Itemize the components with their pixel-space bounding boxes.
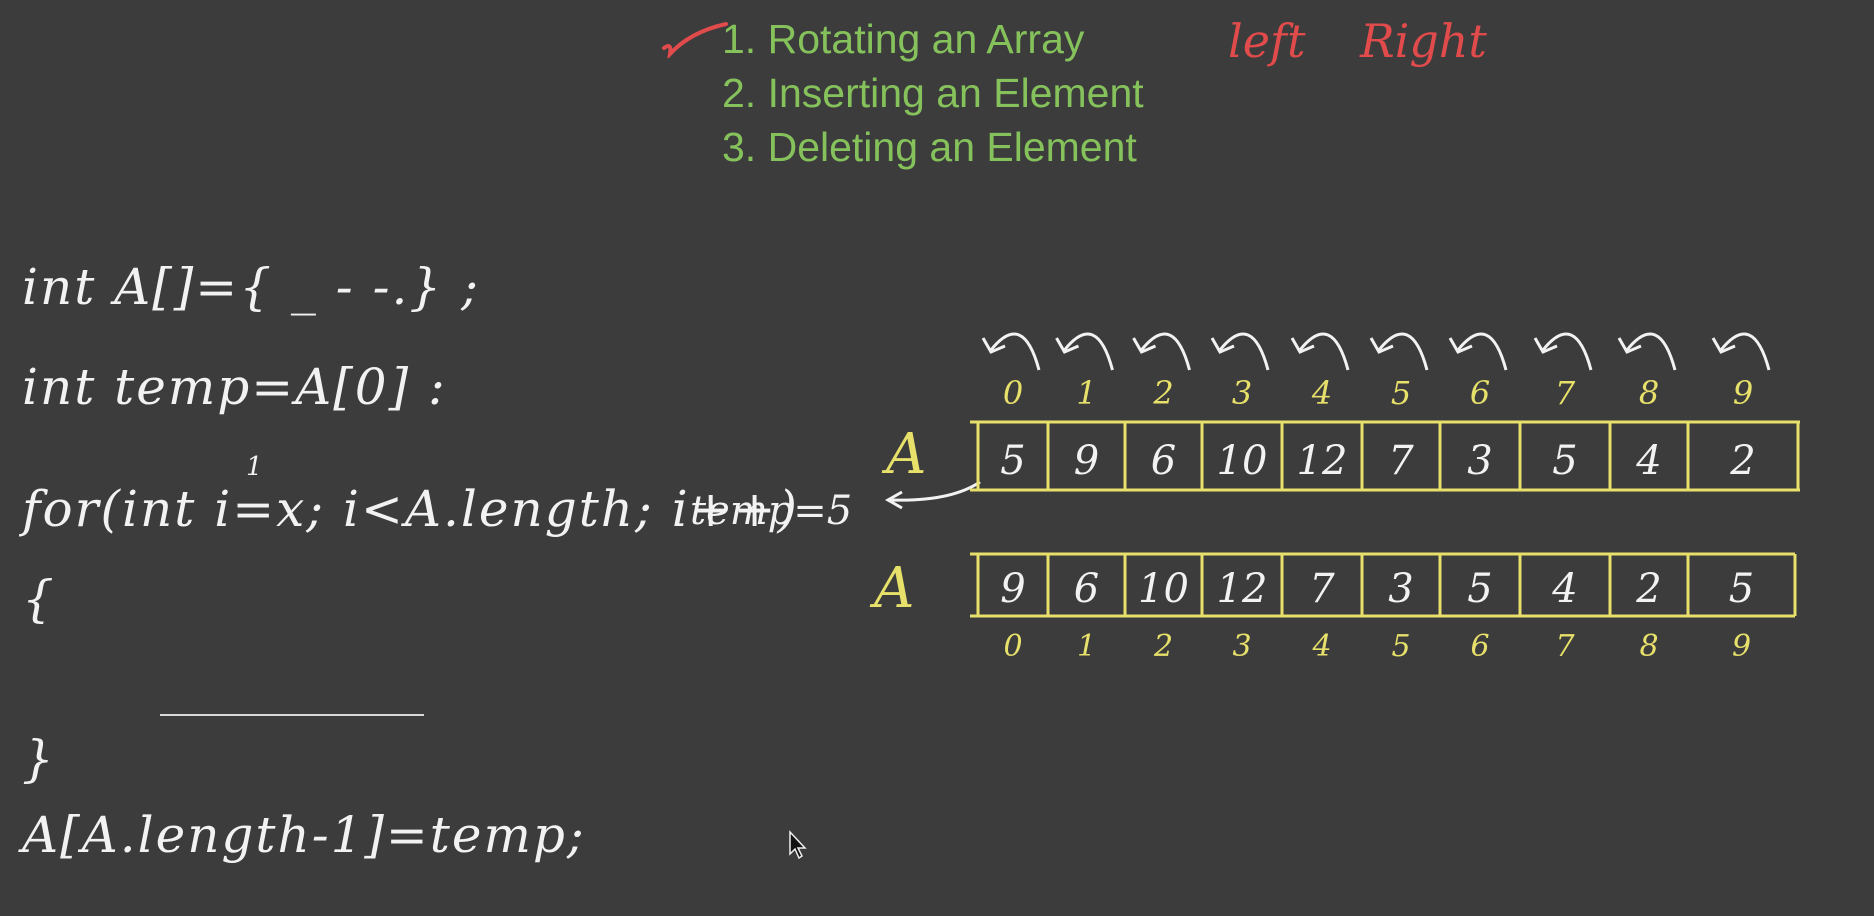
temp-note: temp=5 bbox=[690, 488, 853, 534]
array-after-index: 6 bbox=[1470, 629, 1489, 664]
array-before-index: 5 bbox=[1391, 374, 1411, 412]
topic-3: 3. Deleting an Element bbox=[722, 124, 1137, 170]
blank-line bbox=[160, 714, 424, 716]
array-after-index: 7 bbox=[1555, 629, 1575, 664]
array-before-value: 5 bbox=[1000, 438, 1025, 484]
i-start-correction: 1 bbox=[246, 452, 263, 482]
left-annotation: left bbox=[1228, 14, 1306, 68]
code-line-close-brace: } bbox=[22, 730, 56, 788]
array-after-value: 2 bbox=[1635, 566, 1661, 612]
array-after: 9 0 6 1 10 2 12 3 7 4 3 5 5 6 4 7 2 8 5 9 bbox=[970, 552, 1797, 664]
array-before-value: 4 bbox=[1635, 438, 1661, 484]
array-after-value: 7 bbox=[1309, 566, 1335, 612]
array-before-value: 6 bbox=[1151, 438, 1176, 484]
array-before-index: 7 bbox=[1555, 374, 1576, 412]
array-a-label-before: A bbox=[886, 422, 927, 487]
array-after-index: 0 bbox=[1003, 629, 1022, 664]
hop-arrow-icon bbox=[1719, 332, 1771, 371]
array-before-value: 12 bbox=[1297, 438, 1348, 484]
array-after-index: 1 bbox=[1077, 629, 1096, 664]
hop-arrow-icon bbox=[1140, 332, 1191, 371]
array-before-value: 9 bbox=[1074, 438, 1099, 484]
array-after-value: 12 bbox=[1217, 566, 1268, 612]
array-after-index: 4 bbox=[1311, 629, 1331, 664]
array-before-index: 0 bbox=[1003, 374, 1023, 412]
check-mark-icon bbox=[662, 22, 728, 58]
array-after-value: 4 bbox=[1551, 566, 1577, 612]
array-before-index: 6 bbox=[1470, 374, 1490, 412]
array-before: 5 0 9 1 6 2 10 3 12 4 7 5 3 6 5 7 4 8 2 9 bbox=[970, 332, 1800, 492]
topic-1: 1. Rotating an Array bbox=[722, 16, 1085, 62]
array-after-value: 5 bbox=[1729, 566, 1754, 612]
array-after-index: 3 bbox=[1232, 629, 1251, 664]
topic-2: 2. Inserting an Element bbox=[722, 70, 1144, 116]
hop-arrow-icon bbox=[1541, 332, 1593, 371]
array-after-value: 5 bbox=[1467, 566, 1492, 612]
array-before-value: 5 bbox=[1552, 438, 1577, 484]
array-before-value: 7 bbox=[1388, 438, 1414, 484]
code-line-temp: int temp=A[0] : bbox=[22, 358, 447, 416]
hop-arrow-icon bbox=[1063, 332, 1114, 371]
topic-list: 1. Rotating an Array 2. Inserting an Ele… bbox=[722, 12, 1144, 174]
array-after-value: 3 bbox=[1388, 566, 1413, 612]
hop-arrow-icon bbox=[1218, 332, 1270, 371]
mouse-cursor-icon bbox=[789, 830, 807, 860]
array-a-label-after: A bbox=[874, 556, 915, 621]
hop-arrow-icon bbox=[1625, 332, 1677, 371]
code-line-for: for(int i=x; i<A.length; i++) bbox=[22, 480, 800, 538]
array-after-value: 6 bbox=[1074, 566, 1099, 612]
code-line-open-brace: { bbox=[22, 570, 56, 628]
array-before-value: 2 bbox=[1729, 438, 1755, 484]
array-before-value: 3 bbox=[1467, 438, 1492, 484]
array-before-index: 8 bbox=[1639, 374, 1659, 412]
array-before-index: 4 bbox=[1311, 374, 1332, 412]
array-before-index: 2 bbox=[1152, 374, 1173, 412]
array-after-index: 2 bbox=[1153, 629, 1173, 664]
array-before-index: 3 bbox=[1232, 374, 1252, 412]
array-before-index: 9 bbox=[1733, 374, 1753, 412]
array-before-index: 1 bbox=[1076, 374, 1096, 412]
hop-arrow-icon bbox=[1456, 332, 1508, 371]
hop-arrow-icon bbox=[1298, 332, 1350, 371]
array-after-value: 9 bbox=[1000, 566, 1025, 612]
array-after-index: 9 bbox=[1732, 629, 1751, 664]
array-after-index: 8 bbox=[1639, 629, 1658, 664]
array-after-index: 5 bbox=[1391, 629, 1410, 664]
whiteboard: 1. Rotating an Array 2. Inserting an Ele… bbox=[0, 0, 1874, 916]
code-line-assign: A[A.length-1]=temp; bbox=[22, 806, 586, 864]
hop-arrow-icon bbox=[989, 332, 1041, 371]
right-annotation: Right bbox=[1360, 14, 1487, 68]
array-before-value: 10 bbox=[1217, 438, 1268, 484]
array-after-value: 10 bbox=[1138, 566, 1189, 612]
hop-arrow-icon bbox=[1377, 332, 1429, 371]
code-line-array-decl: int A[]={ _ - -.} ; bbox=[22, 258, 480, 316]
